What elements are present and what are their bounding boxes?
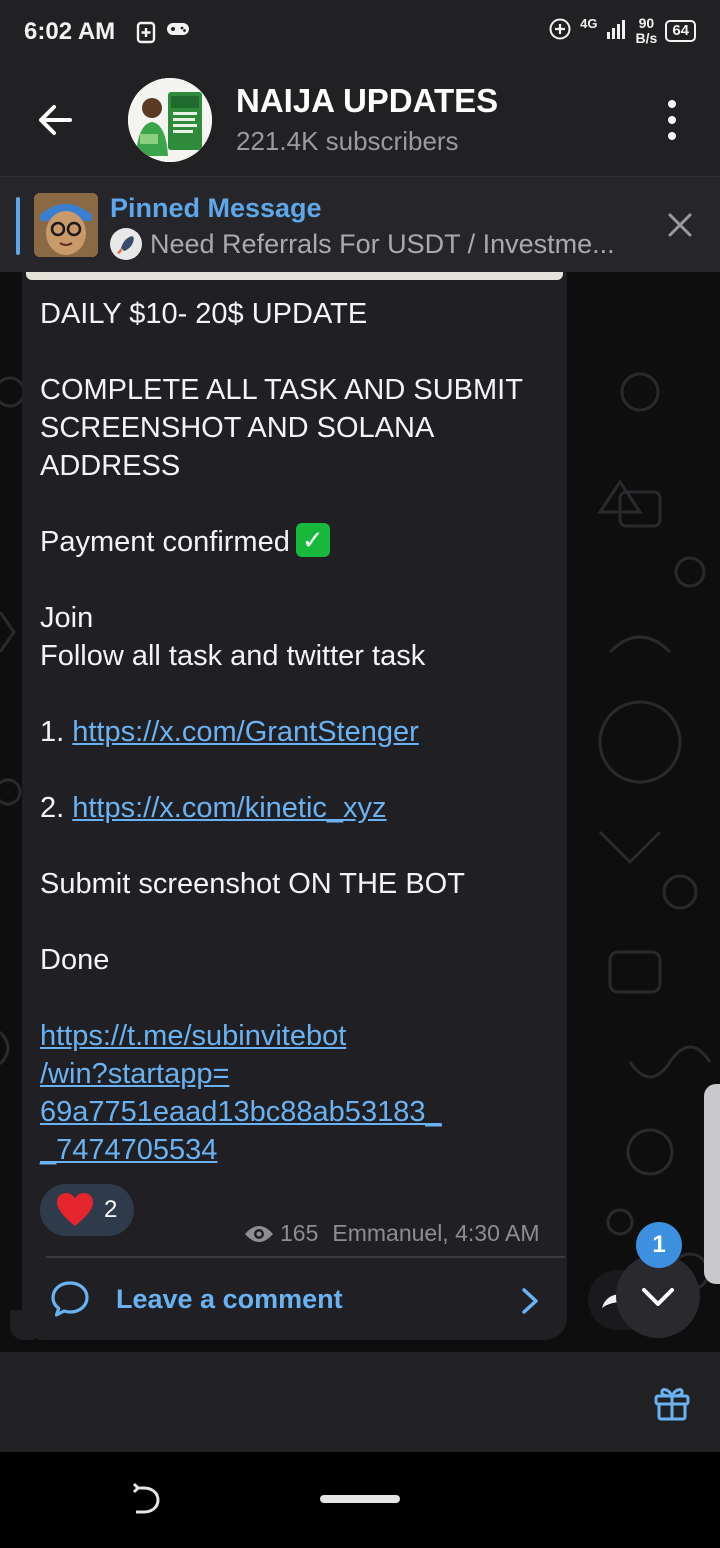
message-line: Payment confirmed ✓ bbox=[40, 523, 330, 561]
channel-title[interactable]: NAIJA UPDATES bbox=[236, 82, 498, 120]
message-line: 1. https://x.com/GrantStenger bbox=[40, 713, 419, 751]
leave-comment-label: Leave a comment bbox=[116, 1284, 343, 1314]
unread-count-badge: 1 bbox=[636, 1222, 682, 1268]
data-saver-icon bbox=[548, 17, 572, 45]
status-time: 6:02 AM bbox=[24, 18, 116, 45]
message-line: Done bbox=[40, 944, 110, 976]
heart-icon bbox=[57, 1193, 93, 1226]
pinned-message-bar[interactable]: Pinned Message Need Referrals For USDT /… bbox=[0, 176, 720, 273]
bot-link[interactable]: 69a7751eaad13bc88ab53183_ bbox=[40, 1093, 442, 1131]
speed-value: 90 bbox=[638, 15, 655, 31]
speed-unit: B/s bbox=[635, 30, 658, 46]
network-type: 4G bbox=[580, 15, 598, 31]
leave-comment-button[interactable]: Leave a comment bbox=[40, 1268, 560, 1332]
gift-icon bbox=[654, 1388, 690, 1421]
bot-link[interactable]: _7474705534 bbox=[40, 1131, 217, 1169]
message-meta: 165 Emmanuel, 4:30 AM bbox=[244, 1220, 539, 1247]
nav-home-pill[interactable] bbox=[320, 1495, 400, 1503]
message-line: ADDRESS bbox=[40, 450, 181, 482]
side-panel-handle[interactable] bbox=[704, 1084, 720, 1284]
status-bar: 6:02 AM 4G 90 B/s 64 bbox=[0, 0, 720, 64]
back-button[interactable] bbox=[34, 100, 78, 140]
twitter-link-1[interactable]: https://x.com/GrantStenger bbox=[72, 716, 419, 748]
gift-button[interactable] bbox=[652, 1382, 692, 1422]
channel-avatar[interactable] bbox=[128, 78, 212, 162]
message-bubble-tail bbox=[10, 1310, 34, 1340]
comment-divider bbox=[46, 1256, 565, 1258]
message-line: Follow all task and twitter task bbox=[40, 640, 426, 672]
close-pinned-button[interactable] bbox=[664, 209, 696, 241]
chevron-right-icon bbox=[522, 1288, 538, 1314]
nav-back-button[interactable] bbox=[130, 1482, 164, 1516]
message-line: DAILY $10- 20$ UPDATE bbox=[40, 298, 368, 330]
bot-link[interactable]: https://t.me/subinvitebot bbox=[40, 1017, 346, 1055]
close-icon bbox=[668, 213, 692, 237]
twitter-link-2[interactable]: https://x.com/kinetic_xyz bbox=[72, 792, 386, 824]
reaction-count: 2 bbox=[104, 1196, 118, 1223]
pinned-indicator bbox=[16, 197, 20, 255]
eye-icon bbox=[245, 1225, 273, 1242]
channel-bottom-bar bbox=[0, 1352, 720, 1452]
arrow-left-icon bbox=[39, 105, 72, 135]
view-count: 165 bbox=[280, 1220, 319, 1246]
pinned-title: Pinned Message bbox=[110, 193, 322, 223]
more-options-button[interactable] bbox=[664, 100, 680, 140]
subscriber-count: 221.4K subscribers bbox=[236, 126, 459, 156]
message-line: SCREENSHOT AND SOLANA bbox=[40, 412, 435, 444]
message-image-edge[interactable] bbox=[26, 272, 563, 280]
message-line: Join bbox=[40, 602, 94, 634]
list-number: 1. bbox=[40, 716, 73, 748]
status-right-group: 4G 90 B/s 64 bbox=[548, 16, 696, 46]
pinned-preview: Need Referrals For USDT / Investme... bbox=[110, 227, 615, 262]
bot-link[interactable]: /win?startapp= bbox=[40, 1055, 229, 1093]
pinned-preview-text: Need Referrals For USDT / Investme... bbox=[150, 229, 615, 259]
payment-text: Payment confirmed bbox=[40, 526, 290, 558]
message-line: 2. https://x.com/kinetic_xyz bbox=[40, 789, 387, 827]
more-vert-icon bbox=[668, 100, 676, 108]
comment-bubble-icon bbox=[51, 1281, 89, 1317]
list-number: 2. bbox=[40, 792, 73, 824]
signal-icon bbox=[606, 18, 628, 44]
message-line: COMPLETE ALL TASK AND SUBMIT bbox=[40, 374, 523, 406]
nav-back-icon bbox=[132, 1482, 160, 1514]
notification-icon bbox=[136, 20, 156, 50]
channel-header: NAIJA UPDATES 221.4K subscribers bbox=[0, 64, 720, 176]
check-mark-icon: ✓ bbox=[295, 523, 330, 558]
game-controller-icon bbox=[166, 20, 190, 44]
message-line: Submit screenshot ON THE BOT bbox=[40, 868, 465, 900]
pinned-thumbnail bbox=[34, 193, 98, 257]
rocket-icon bbox=[110, 227, 142, 260]
author-time: Emmanuel, 4:30 AM bbox=[332, 1220, 540, 1246]
battery-indicator: 64 bbox=[665, 20, 696, 42]
heart-reaction-chip[interactable]: 2 bbox=[40, 1184, 134, 1236]
system-nav-bar bbox=[0, 1452, 720, 1548]
network-speed: 90 B/s bbox=[636, 16, 658, 46]
